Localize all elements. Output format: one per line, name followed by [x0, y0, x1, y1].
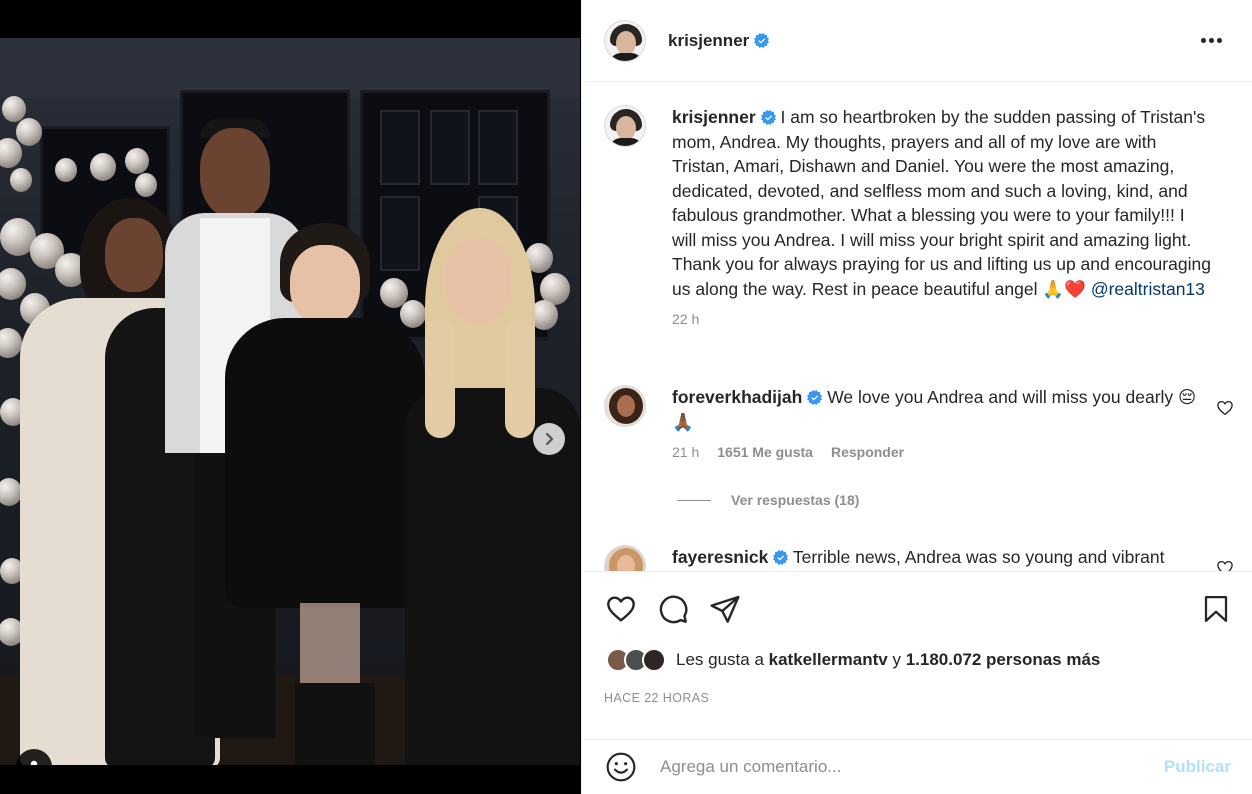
caption-meta: 22 h: [672, 311, 1212, 327]
user-tag-icon: [30, 760, 38, 765]
comment-likes[interactable]: 1651 Me gusta: [717, 444, 813, 460]
comment-icon: [659, 595, 688, 624]
likes-user-link[interactable]: katkellermantv: [769, 650, 888, 670]
more-icon: [1201, 38, 1206, 43]
caption-mention-link[interactable]: @realtristan13: [1091, 279, 1205, 299]
post-actions: Les gusta a katkellermantv y 1.180.072 p…: [582, 571, 1252, 739]
post-timestamp[interactable]: HACE 22 HORAS: [604, 691, 709, 705]
balloon: [90, 153, 116, 181]
author-username-text[interactable]: krisjenner: [668, 31, 749, 50]
verified-badge-icon: [807, 390, 823, 405]
comment-username[interactable]: fayeresnick: [672, 547, 768, 567]
comment-body: fayeresnick Terrible news, Andrea was so…: [672, 545, 1212, 571]
caption-username[interactable]: krisjenner: [672, 107, 756, 127]
more-options-button[interactable]: [1193, 30, 1230, 51]
view-replies-button[interactable]: Ver respuestas (18): [677, 492, 859, 508]
post-photo[interactable]: [0, 38, 580, 765]
heart-icon: [607, 596, 635, 622]
photo-person-4: [395, 208, 580, 765]
comment-content: Terrible news, Andrea was so young and v…: [792, 547, 1165, 567]
comments-list[interactable]: krisjenner I am so heartbroken by the su…: [582, 83, 1252, 571]
comment-row: foreverkhadijah We love you Andrea and w…: [604, 385, 1234, 460]
publish-button[interactable]: Publicar: [1164, 757, 1231, 777]
comment-row: fayeresnick Terrible news, Andrea was so…: [604, 545, 1234, 571]
verified-badge-icon: [754, 32, 770, 48]
share-icon: [710, 595, 740, 623]
comment-input[interactable]: [660, 757, 1140, 777]
emoji-button[interactable]: [604, 750, 638, 784]
post-details-panel: krisjenner krisjenner I am so heartbroke…: [581, 0, 1252, 794]
likes-connector: y: [892, 650, 901, 669]
chevron-right-icon: [545, 432, 554, 446]
comment-content: We love you Andrea and will miss you dea…: [827, 387, 1174, 407]
caption-time[interactable]: 22 h: [672, 311, 699, 327]
comment-avatar[interactable]: [604, 385, 646, 427]
balloon: [55, 158, 77, 182]
author-username[interactable]: krisjenner: [668, 31, 770, 51]
liker-avatars[interactable]: [606, 648, 666, 672]
balloon: [2, 96, 26, 122]
caption-content: I am so heartbroken by the sudden passin…: [672, 107, 1211, 299]
likes-summary: Les gusta a katkellermantv y 1.180.072 p…: [606, 648, 1100, 672]
replies-divider: [677, 499, 711, 501]
likes-count-link[interactable]: 1.180.072 personas más: [906, 650, 1101, 670]
photo-pane: [430, 110, 470, 185]
comment-username[interactable]: foreverkhadijah: [672, 387, 802, 407]
caption-avatar[interactable]: [604, 105, 646, 147]
emoji-icon: [606, 752, 636, 782]
comment-meta: 21 h 1651 Me gusta Responder: [672, 444, 1212, 460]
reply-button[interactable]: Responder: [831, 444, 904, 460]
balloon: [125, 148, 149, 174]
balloon: [135, 173, 157, 197]
liker-avatar: [642, 648, 666, 672]
balloon: [10, 168, 32, 192]
like-button[interactable]: [604, 592, 638, 626]
balloon: [16, 118, 42, 146]
caption-row: krisjenner I am so heartbroken by the su…: [604, 105, 1234, 327]
post-media: [0, 0, 580, 794]
balloon: [0, 138, 22, 168]
bookmark-icon: [1204, 596, 1228, 622]
author-avatar[interactable]: [604, 19, 646, 62]
save-button[interactable]: [1199, 592, 1233, 626]
caption-emoji: 🙏❤️: [1042, 278, 1086, 299]
likes-prefix: Les gusta a: [676, 650, 764, 669]
comment-text: foreverkhadijah We love you Andrea and w…: [672, 385, 1212, 434]
post-header: krisjenner: [582, 0, 1252, 82]
view-replies-label[interactable]: Ver respuestas (18): [731, 492, 859, 508]
comment-like-heart-icon[interactable]: [1216, 559, 1234, 571]
comment-like-heart-icon[interactable]: [1216, 399, 1234, 417]
caption-body: krisjenner I am so heartbroken by the su…: [672, 105, 1212, 327]
photo-pane: [380, 110, 420, 185]
comment-button[interactable]: [656, 592, 690, 626]
carousel-next-button[interactable]: [533, 423, 565, 455]
comment-text: fayeresnick Terrible news, Andrea was so…: [672, 545, 1212, 570]
comment-body: foreverkhadijah We love you Andrea and w…: [672, 385, 1212, 460]
add-comment-bar: Publicar: [582, 739, 1252, 794]
caption-text: krisjenner I am so heartbroken by the su…: [672, 105, 1212, 301]
photo-pane: [478, 110, 518, 185]
verified-badge-icon: [773, 550, 789, 565]
photo-wall: [0, 38, 580, 98]
comment-avatar[interactable]: [604, 545, 646, 571]
comment-time[interactable]: 21 h: [672, 444, 699, 460]
action-icons: [604, 592, 742, 626]
share-button[interactable]: [708, 592, 742, 626]
verified-badge-icon: [760, 110, 776, 125]
